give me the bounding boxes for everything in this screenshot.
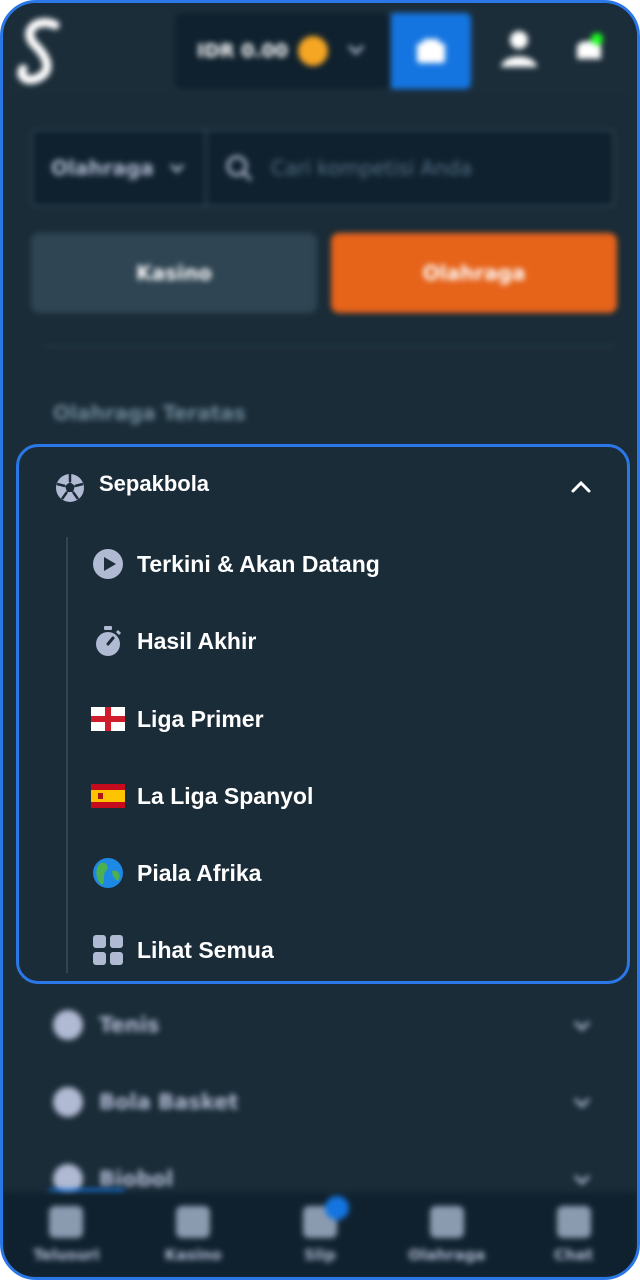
search-bar: Olahraga Cari kompetisi Anda [31,129,615,207]
soccer-category-header[interactable]: Sepakbola [19,447,627,527]
tab-casino[interactable]: Kasino [31,233,317,313]
tab-sports[interactable]: Olahraga [331,233,617,313]
wallet-button[interactable] [391,13,471,89]
wallet-icon [417,39,445,63]
search-placeholder: Cari kompetisi Anda [271,156,472,180]
spain-flag-icon [91,784,125,808]
chevron-down-icon [347,44,365,56]
globe-icon [93,858,123,888]
nav-chat[interactable]: Chat [519,1206,629,1264]
nav-betslip[interactable]: Slip [265,1196,375,1264]
casino-icon [176,1206,211,1238]
section-title: Olahraga Teratas [53,401,246,425]
chevron-down-icon [573,1174,591,1186]
chevron-down-icon [573,1020,591,1032]
nav-casino[interactable]: Kasino [138,1206,248,1264]
grid-icon [93,935,123,965]
betslip-icon [302,1196,349,1238]
currency-coin-icon [297,36,328,66]
menu-item-results[interactable]: Hasil Akhir [91,611,591,671]
logo-icon[interactable] [15,15,67,87]
nav-sports[interactable]: Olahraga [392,1206,502,1264]
tree-guide-line [66,537,68,973]
menu-item-live-upcoming[interactable]: Terkini & Akan Datang [91,534,591,594]
user-icon[interactable] [497,27,541,71]
app-frame: IDR 0.00 Olahraga Cari kompetisi Anda Ka… [0,0,640,1280]
play-circle-icon [93,549,123,579]
sport-row-tennis[interactable]: Tenis [53,1001,593,1049]
nav-browse[interactable]: Telusuri [11,1206,121,1264]
basketball-icon [53,1087,83,1117]
chat-icon [556,1206,591,1238]
sports-icon [429,1206,464,1238]
menu-item-la-liga[interactable]: La Liga Spanyol [91,766,591,826]
divider [45,345,615,347]
menu-item-africa-cup[interactable]: Piala Afrika [91,843,591,903]
category-title: Sepakbola [99,471,210,496]
wallet-balance: IDR 0.00 [197,40,288,62]
chevron-down-icon [169,163,184,174]
bottom-navigation: Telusuri Kasino Slip Olahraga Chat [3,1193,637,1277]
soccer-expanded-panel: Sepakbola Terkini & Akan Datang Hasil Ak… [16,444,630,984]
search-icon [226,155,253,182]
chevron-down-icon [573,1097,591,1109]
betslip-badge [324,1196,349,1220]
menu-item-view-all[interactable]: Lihat Semua [91,920,591,980]
sport-type-select[interactable]: Olahraga [33,131,207,205]
stopwatch-icon [96,626,122,656]
sport-row-basketball[interactable]: Bola Basket [53,1078,593,1126]
browse-icon [49,1206,84,1238]
soccer-ball-icon [56,474,84,502]
tennis-icon [53,1010,83,1040]
top-header: IDR 0.00 [3,3,637,99]
chevron-up-icon[interactable] [569,475,593,499]
menu-item-premier-league[interactable]: Liga Primer [91,689,591,749]
notification-bell-icon[interactable] [569,27,609,71]
search-input[interactable]: Cari kompetisi Anda [207,154,472,182]
england-flag-icon [91,707,125,731]
wallet-balance-dropdown[interactable]: IDR 0.00 [175,13,389,89]
